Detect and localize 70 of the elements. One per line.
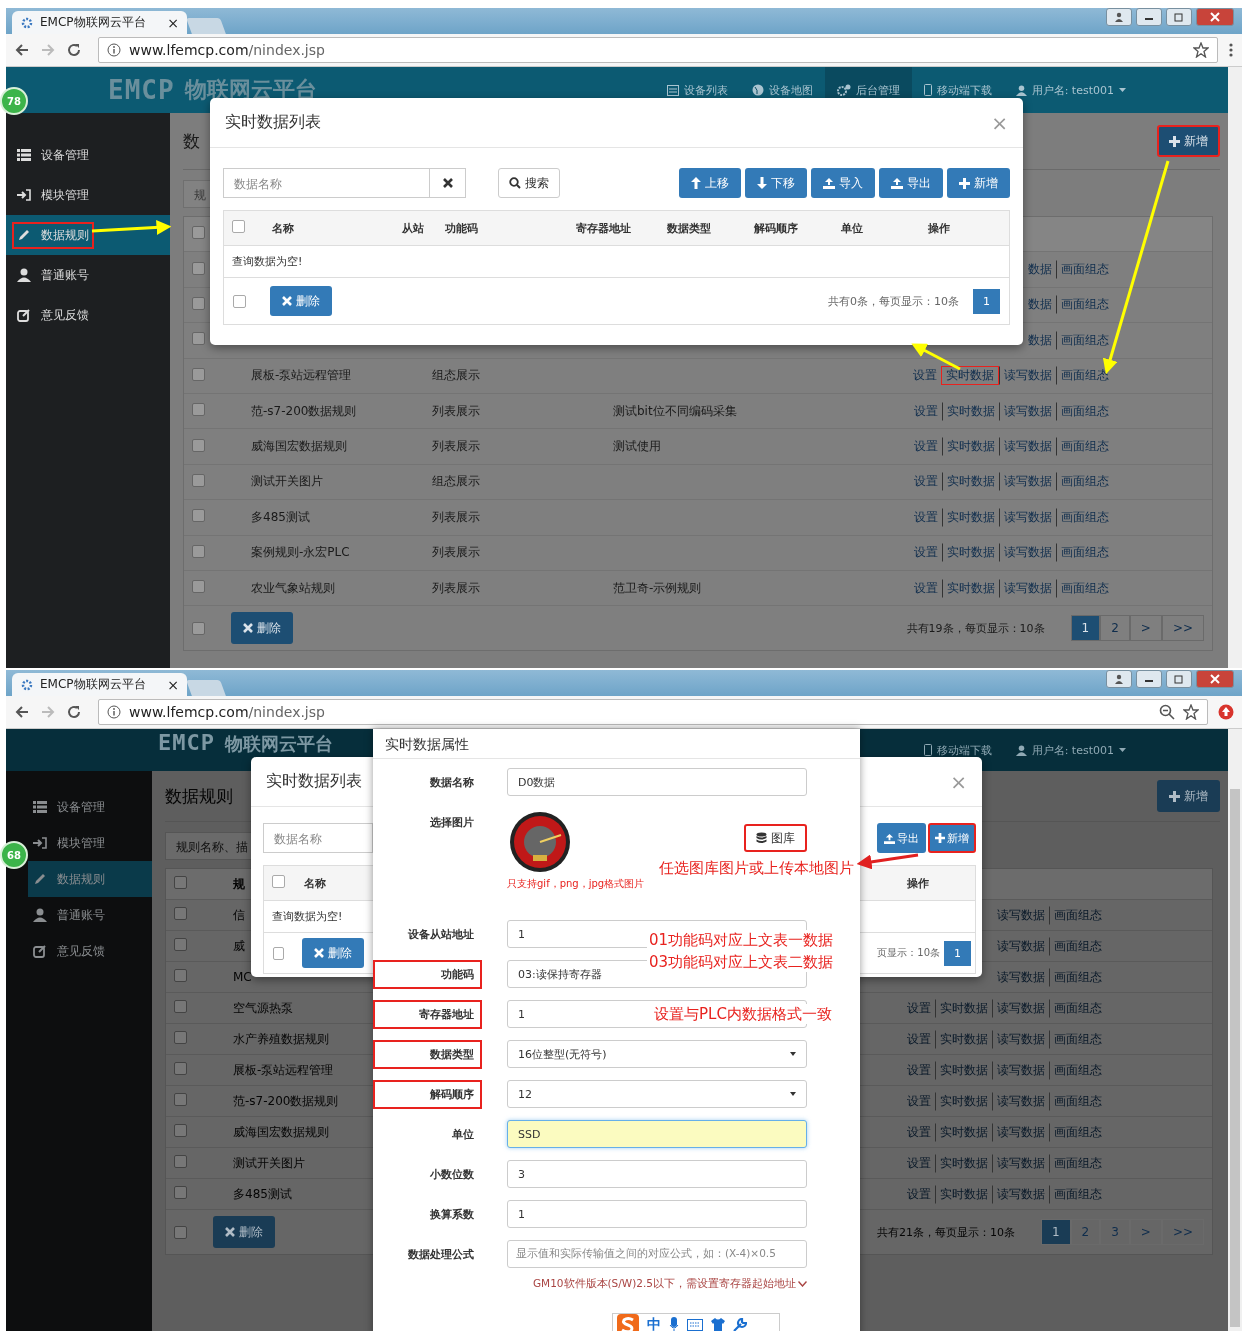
field-label: 选择图片 (429, 815, 475, 831)
table-cell: 空气源热泵 (233, 1000, 293, 1015)
table-cell: 农业气象站规则 (251, 580, 335, 595)
dialog-title: 实时数据列表 (266, 771, 362, 792)
table-cell: 测试bit位不同编码采集 (613, 403, 737, 418)
table-cell: 测试开关图片 (233, 1155, 305, 1170)
table-cell: 列表展示 (432, 403, 480, 418)
format-hint: 只支持gif，png，jpg格式图片 (507, 877, 646, 891)
pagination-summary: 共有0条，每页显示：10条 (828, 293, 959, 309)
column-header: 名称 (272, 220, 295, 236)
table-cell: 列表展示 (432, 509, 480, 524)
table-cell: 组态展示 (432, 474, 480, 489)
annotation-text: 03功能码对应上文表二数据 (647, 952, 836, 972)
site-title: 物联网云平台 (225, 732, 333, 756)
table-cell: 测试开关图片 (251, 474, 323, 489)
table-cell: 威 (233, 938, 245, 953)
count-badge: 78 (0, 87, 28, 115)
table-cell: 多485测试 (251, 509, 310, 524)
table-cell: 案例规则-永宏PLC (251, 545, 350, 560)
pagination-summary: 共有19条，每页显示：10条 (906, 620, 1045, 636)
table-cell: 威海国宏数据规则 (251, 439, 347, 454)
empty-message: 查询数据为空! (232, 254, 303, 269)
column-header: 数据类型 (667, 220, 712, 236)
count-badge: 68 (0, 841, 28, 869)
field-label: 寄存器地址 (373, 999, 482, 1029)
column-header: 规 (233, 876, 245, 891)
field-label: 功能码 (373, 959, 482, 989)
table-cell: 信 (233, 907, 245, 922)
annotation-text: 任选图库图片或上传本地图片 (657, 858, 857, 878)
dialog-title: 实时数据列表 (225, 112, 321, 133)
logo: EMCP (158, 729, 215, 755)
table-cell: 组态展示 (432, 368, 480, 383)
field-label: 小数位数 (429, 1166, 475, 1183)
table-cell: 水产养殖数据规则 (233, 1031, 329, 1046)
pagination-summary: 页显示：10条 (877, 946, 940, 960)
table-cell: 范-s7-200数据规则 (233, 1093, 339, 1108)
logo: EMCP (108, 75, 175, 105)
page-title: 数 (183, 129, 200, 153)
field-label: 换算系数 (429, 1206, 475, 1223)
column-header: 解码顺序 (754, 220, 799, 236)
column-header: 操作 (928, 220, 950, 236)
table-cell: 列表展示 (432, 439, 480, 454)
field-label: 数据类型 (373, 1039, 482, 1069)
dialog-title: 实时数据属性 (385, 736, 469, 754)
annotation-text: 01功能码对应上文表一数据 (647, 930, 836, 950)
table-cell: 列表展示 (432, 545, 480, 560)
table-cell: 范卫奇-示例规则 (613, 580, 702, 595)
field-label: 单位 (451, 1126, 475, 1143)
table-cell: 多485测试 (233, 1186, 292, 1201)
table-cell: MC (233, 970, 252, 984)
column-header: 单位 (841, 220, 864, 236)
column-header: 操作 (906, 875, 929, 891)
table-cell: 列表展示 (432, 580, 480, 595)
field-label: 数据处理公式 (407, 1246, 475, 1263)
table-cell: 展板-泵站远程管理 (251, 368, 352, 383)
column-header: 寄存器地址 (576, 220, 632, 236)
pagination-summary: 共有21条，每页显示：10条 (876, 1224, 1015, 1240)
field-label: 数据名称 (429, 774, 475, 791)
column-header: 名称 (304, 875, 326, 891)
page-title: 数据规则 (165, 784, 233, 808)
column-header: 从站 (402, 220, 425, 236)
table-cell: 展板-泵站远程管理 (233, 1062, 334, 1077)
field-label: 设备从站地址 (407, 926, 475, 943)
column-header: 功能码 (445, 220, 479, 236)
annotation-text: 设置与PLC内数据格式一致 (652, 1004, 834, 1024)
empty-message: 查询数据为空! (272, 909, 343, 924)
table-cell: 威海国宏数据规则 (233, 1124, 329, 1139)
table-cell: 范-s7-200数据规则 (251, 403, 357, 418)
field-label: 解码顺序 (373, 1079, 482, 1109)
table-cell: 测试使用 (613, 439, 661, 454)
